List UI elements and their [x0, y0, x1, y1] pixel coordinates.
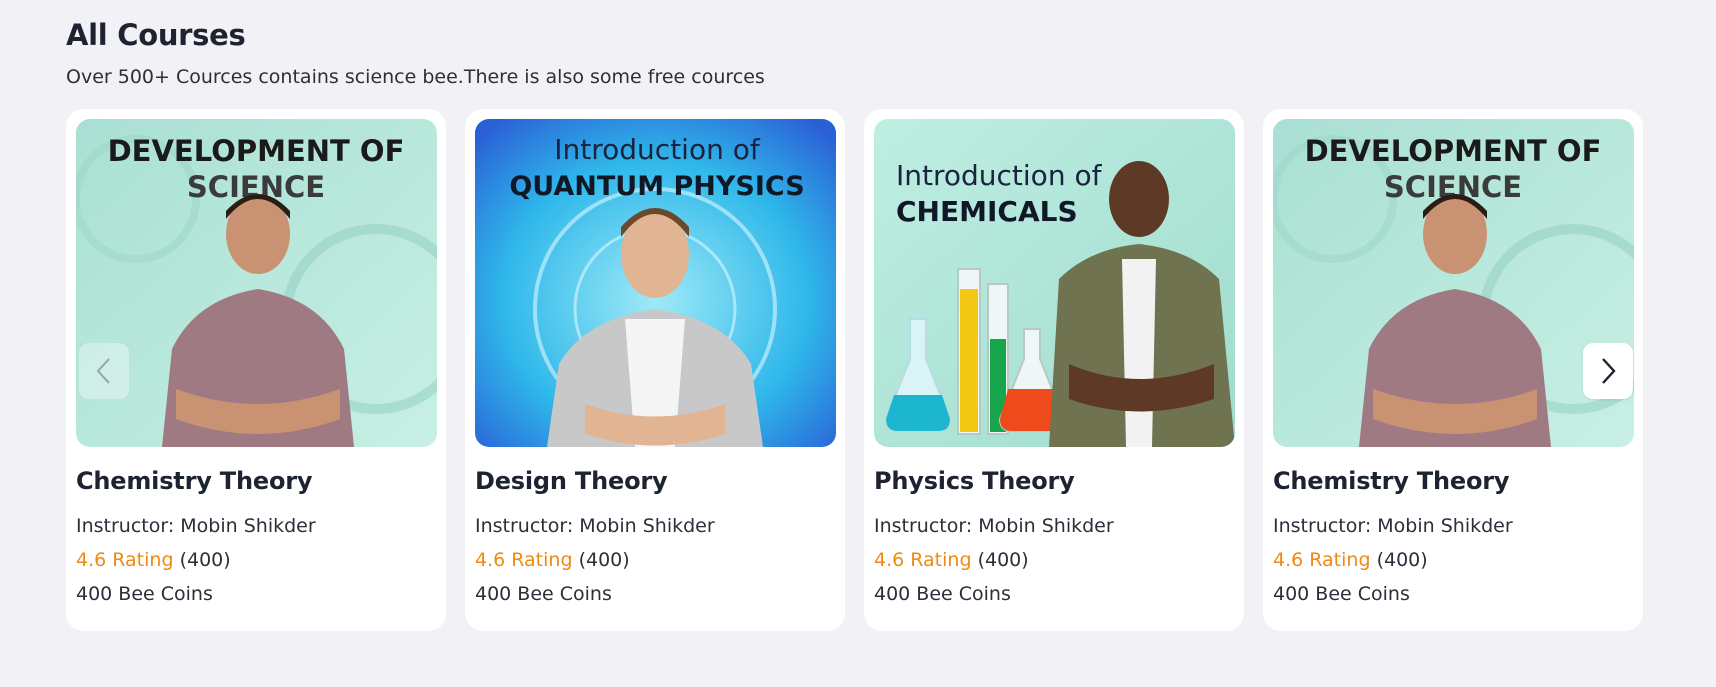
banner-line2: QUANTUM PHYSICS	[509, 171, 804, 202]
course-price: 400 Bee Coins	[76, 583, 213, 605]
course-title[interactable]: Chemistry Theory	[1273, 467, 1633, 495]
course-review-count: (400)	[578, 549, 630, 571]
course-review-count: (400)	[977, 549, 1029, 571]
course-thumbnail[interactable]: DEVELOPMENT OF SCIENCE	[76, 119, 437, 447]
banner-line1: Introduction of	[896, 159, 1103, 192]
banner-line1: Introduction of	[554, 133, 761, 166]
course-review-count: (400)	[179, 549, 231, 571]
course-title[interactable]: Design Theory	[475, 467, 835, 495]
course-rating-line: 4.6 Rating (400)	[76, 549, 436, 571]
course-carousel: DEVELOPMENT OF SCIENCE Chemistry Theory …	[66, 109, 1643, 631]
chevron-left-icon	[96, 358, 110, 384]
course-rating: 4.6 Rating	[475, 549, 573, 571]
banner-line2: CHEMICALS	[896, 195, 1078, 228]
course-instructor: Instructor: Mobin Shikder	[874, 515, 1114, 537]
chevron-right-icon	[1602, 358, 1616, 384]
course-rating: 4.6 Rating	[76, 549, 174, 571]
all-courses-section: All Courses Over 500+ Cources contains s…	[0, 0, 1716, 88]
course-rating: 4.6 Rating	[1273, 549, 1371, 571]
course-title[interactable]: Physics Theory	[874, 467, 1234, 495]
course-price: 400 Bee Coins	[1273, 583, 1410, 605]
course-instructor: Instructor: Mobin Shikder	[475, 515, 715, 537]
course-rating-line: 4.6 Rating (400)	[475, 549, 835, 571]
course-thumbnail[interactable]: Introduction of QUANTUM PHYSICS	[475, 119, 836, 447]
course-price: 400 Bee Coins	[874, 583, 1011, 605]
carousel-prev-button[interactable]	[79, 343, 129, 399]
course-title[interactable]: Chemistry Theory	[76, 467, 436, 495]
carousel-next-button[interactable]	[1583, 343, 1633, 399]
section-title: All Courses	[66, 18, 246, 52]
course-rating-line: 4.6 Rating (400)	[874, 549, 1234, 571]
banner-line1: DEVELOPMENT OF	[1305, 134, 1602, 168]
course-card[interactable]: Introduction of CHEMICALS Physics Theory…	[864, 109, 1244, 631]
course-rating-line: 4.6 Rating (400)	[1273, 549, 1633, 571]
course-instructor: Instructor: Mobin Shikder	[1273, 515, 1513, 537]
section-subtitle: Over 500+ Cources contains science bee.T…	[66, 66, 765, 88]
course-thumbnail[interactable]: DEVELOPMENT OF SCIENCE	[1273, 119, 1634, 447]
course-price: 400 Bee Coins	[475, 583, 612, 605]
course-instructor: Instructor: Mobin Shikder	[76, 515, 316, 537]
course-thumbnail[interactable]: Introduction of CHEMICALS	[874, 119, 1235, 447]
course-review-count: (400)	[1376, 549, 1428, 571]
course-card[interactable]: Introduction of QUANTUM PHYSICS Design T…	[465, 109, 845, 631]
banner-line1: DEVELOPMENT OF	[108, 134, 405, 168]
course-rating: 4.6 Rating	[874, 549, 972, 571]
